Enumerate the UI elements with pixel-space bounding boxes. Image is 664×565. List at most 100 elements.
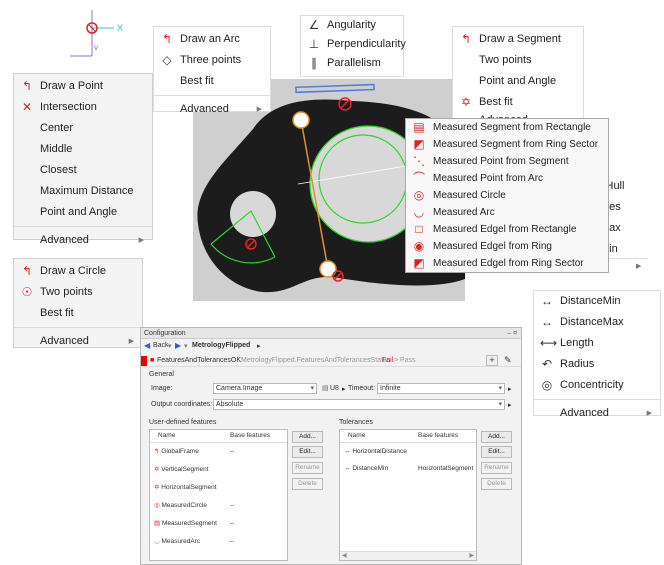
measured-point-arc-item[interactable]: ⌒ Measured Point from Arc <box>406 170 608 187</box>
circle-two-points-item[interactable]: ☉ Two points <box>14 282 142 303</box>
distance-max-label: DistanceMax <box>560 316 624 328</box>
list-item[interactable]: ◎ MeasuredCircle -- <box>154 500 234 511</box>
edit-pencil-icon[interactable]: ✎ <box>504 355 512 366</box>
circle-icon: ◎ <box>413 188 425 202</box>
point-middle-item[interactable]: Middle <box>14 139 152 160</box>
distance-max-item[interactable]: ↔ DistanceMax <box>534 312 660 333</box>
perpendicularity-item[interactable]: ⊥ Perpendicularity <box>301 35 406 54</box>
features-delete-button[interactable]: Delete <box>292 478 323 490</box>
distance-menu-separator <box>534 399 660 400</box>
program-breadcrumb[interactable]: MetrologyFlipped <box>192 342 250 349</box>
output-value: Absolute <box>216 401 244 408</box>
chevron-down-icon: ▾ <box>498 385 502 392</box>
parallelism-item[interactable]: ∥ Parallelism <box>301 54 403 73</box>
list-item[interactable]: ◡ MeasuredArc -- <box>154 536 234 547</box>
draw-arc-label: Draw an Arc <box>180 33 240 45</box>
scroll-left-icon[interactable]: ◀ <box>342 552 347 559</box>
image-type: U8 <box>330 385 339 392</box>
circle-best-fit-item[interactable]: Best fit <box>14 303 142 324</box>
back-dropdown-icon[interactable]: ▾ <box>168 342 172 350</box>
tolerances-rename-button[interactable]: Rename <box>481 462 512 474</box>
angularity-item[interactable]: ∠ Angularity <box>301 16 403 35</box>
list-item[interactable]: ▤ MeasuredSegment -- <box>154 518 234 529</box>
draw-circle-item[interactable]: ↰ Draw a Circle <box>14 261 142 282</box>
arc-measure-icon: ◡ <box>413 205 425 219</box>
list-item[interactable]: ✡ HorizontalSegment <box>154 482 217 493</box>
list-item[interactable]: ✡ VerticalSegment <box>154 464 209 475</box>
segment-best-fit-item[interactable]: ✡ Best fit <box>453 92 583 113</box>
distance-min-item[interactable]: ↔ DistanceMin <box>534 291 660 312</box>
measured-edgel-ring-item[interactable]: ◉ Measured Edgel from Ring <box>406 238 608 255</box>
list-item[interactable]: ↔ DistanceMin HorizontalSegment <box>344 463 473 474</box>
scroll-right-icon[interactable]: ▶ <box>469 552 474 559</box>
distance-advanced-item[interactable]: Advanced ▶ <box>534 403 660 424</box>
point-advanced-label: Advanced <box>40 234 89 246</box>
tolerances-delete-button[interactable]: Delete <box>481 478 512 490</box>
length-item[interactable]: ⟷ Length <box>534 333 660 354</box>
draw-point-item[interactable]: ↰ Draw a Point <box>14 76 152 97</box>
axis-fragment: v X <box>70 10 130 60</box>
point-middle-label: Middle <box>40 143 73 155</box>
point-center-item[interactable]: Center <box>14 118 152 139</box>
pin-icon[interactable]: – ¤ <box>507 330 517 337</box>
point-closest-item[interactable]: Closest <box>14 160 152 181</box>
measured-circle-item[interactable]: ◎ Measured Circle <box>406 187 608 204</box>
add-icon[interactable]: + <box>486 355 498 366</box>
draw-arc-item[interactable]: ↰ Draw an Arc <box>154 29 270 50</box>
point-intersection-item[interactable]: ✕ Intersection <box>14 97 152 118</box>
concentricity-item[interactable]: ◎ Concentricity <box>534 375 660 396</box>
chevron-down-icon: ▾ <box>310 385 314 392</box>
distance-menu: ↔ DistanceMin ↔ DistanceMax ⟷ Length ↶ R… <box>533 290 661 419</box>
timeout-link-chevron-icon: ▸ <box>508 386 512 393</box>
measured-edgel-rect-item[interactable]: □ Measured Edgel from Rectangle <box>406 221 608 238</box>
status-bullet-icon: ■ <box>150 357 155 364</box>
features-edit-button[interactable]: Edit... <box>292 446 323 458</box>
output-select[interactable]: Absolute ▾ <box>213 399 505 410</box>
segment-two-points-item[interactable]: Two points <box>453 50 583 71</box>
circle-draw-icon: ↰ <box>21 264 33 278</box>
edgel-ring-sector-icon: ◩ <box>413 256 425 270</box>
point-closest-label: Closest <box>40 164 77 176</box>
measured-arc-item[interactable]: ◡ Measured Arc <box>406 204 608 221</box>
three-points-icon: ◇ <box>162 53 172 67</box>
measured-point-segment-item[interactable]: ⋱ Measured Point from Segment <box>406 153 608 170</box>
features-add-button[interactable]: Add... <box>292 431 323 443</box>
timeout-select[interactable]: Infinite ▾ <box>377 383 505 394</box>
output-label: Output coordinates: <box>151 401 213 408</box>
measured-edgel-ring-sector-item[interactable]: ◩ Measured Edgel from Ring Sector <box>406 255 608 272</box>
point-advanced-item[interactable]: Advanced ▶ <box>14 230 152 251</box>
segment-point-angle-item[interactable]: Point and Angle <box>453 71 583 92</box>
radius-item[interactable]: ↶ Radius <box>534 354 660 375</box>
measured-label: Measured Edgel from Rectangle <box>433 224 577 235</box>
arc-advanced-item[interactable]: Advanced ▶ <box>154 99 270 120</box>
back-arrow-icon[interactable]: ◀ <box>144 341 150 350</box>
double-arrow-icon: ↔ <box>541 315 553 329</box>
point-max-distance-item[interactable]: Maximum Distance <box>14 181 152 202</box>
circle-advanced-item[interactable]: Advanced ▶ <box>14 331 142 352</box>
tolerances-edit-button[interactable]: Edit... <box>481 446 512 458</box>
point-intersection-label: Intersection <box>40 101 97 113</box>
back-button[interactable]: Back <box>153 342 169 349</box>
features-rename-button[interactable]: Rename <box>292 462 323 474</box>
list-item[interactable]: ↔ HorizontalDistance <box>344 446 407 457</box>
forward-arrow-icon[interactable]: ▶ <box>175 341 181 350</box>
measured-label: Measured Arc <box>433 207 495 218</box>
draw-segment-item[interactable]: ↰ Draw a Segment <box>453 29 583 50</box>
tolerances-add-button[interactable]: Add... <box>481 431 512 443</box>
measured-segment-ring-item[interactable]: ◩ Measured Segment from Ring Sector <box>406 136 608 153</box>
tolerances-scrollbar[interactable]: ◀ ▶ <box>340 551 476 560</box>
tolerances-list[interactable]: Name Base features ↔ HorizontalDistance … <box>339 429 477 561</box>
features-list[interactable]: Name Base features ↰ GlobalFrame -- ✡ Ver… <box>149 429 288 561</box>
feature-name: HorizontalSegment <box>161 484 217 491</box>
list-item[interactable]: ↰ GlobalFrame -- <box>154 446 234 457</box>
image-select[interactable]: Camera.Image ▾ <box>213 383 317 394</box>
measured-segment-rect-item[interactable]: ▤ Measured Segment from Rectangle <box>406 119 608 136</box>
length-icon: ⟷ <box>540 336 558 350</box>
angularity-label: Angularity <box>327 19 376 31</box>
config-status-bar: ■ FeaturesAndTolerancesOK MetrologyFlipp… <box>141 355 521 367</box>
arc-three-points-item[interactable]: ◇ Three points <box>154 50 270 71</box>
point-point-angle-item[interactable]: Point and Angle <box>14 202 152 223</box>
segment-ring-icon: ◩ <box>413 137 425 151</box>
arc-best-fit-item[interactable]: Best fit <box>154 71 270 92</box>
forward-dropdown-icon[interactable]: ▾ <box>184 342 188 350</box>
